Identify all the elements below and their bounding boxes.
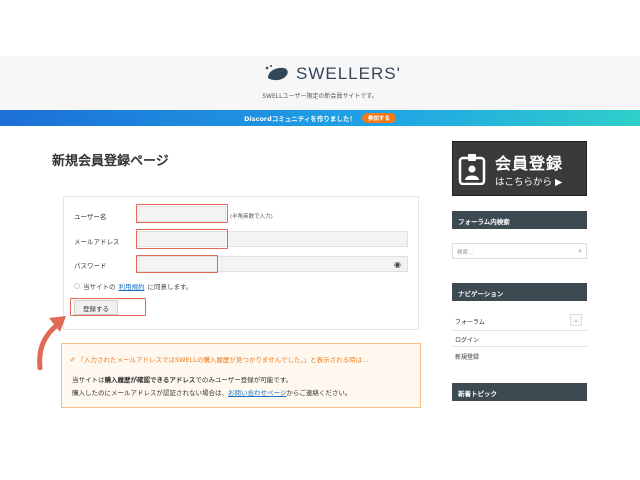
notice-title: ✐ 「入力されたメールアドレスではSWELLの購入履歴が見つかりませんでした。」…: [70, 354, 369, 364]
nav-item-login[interactable]: ログイン: [455, 335, 479, 344]
notice-line1-prefix: 当サイトは: [72, 376, 105, 384]
pencil-icon: ✐: [70, 356, 78, 364]
password-highlight: [136, 255, 218, 273]
nav-divider: [452, 346, 587, 347]
eye-icon[interactable]: ◉: [394, 260, 401, 269]
whale-logo-icon: [265, 65, 288, 81]
logo-text: SWELLERS': [296, 64, 401, 83]
agree-prefix: 当サイトの: [83, 283, 116, 291]
search-placeholder: 検索…: [457, 250, 474, 256]
nav-divider: [452, 330, 587, 331]
join-button[interactable]: 参加する: [361, 113, 396, 123]
nav-item-forum[interactable]: フォーラム: [455, 317, 485, 326]
terms-agree[interactable]: 当サイトの 利用規約 に同意します。: [74, 281, 192, 291]
notice-line-1: 当サイトは購入履歴が確認できるアドレスでのみユーザー登録が可能です。: [72, 374, 292, 384]
forum-search-input[interactable]: 検索… ⌕: [452, 243, 587, 259]
notice-line1-suffix: でのみユーザー登録が可能です。: [195, 376, 293, 384]
register-banner[interactable]: 会員登録 はこちらから ▶: [452, 141, 587, 196]
username-highlight: [136, 204, 228, 223]
notice-line-2: 購入したのにメールアドレスが認証されない場合は、お問い合わせページからご連絡くだ…: [72, 387, 351, 397]
register-banner-subtitle: はこちらから ▶: [495, 177, 563, 188]
site-logo[interactable]: SWELLERS': [264, 64, 401, 84]
discord-banner[interactable]: Discordコミュニティを作りました！ 参加する: [0, 110, 640, 126]
email-highlight: [136, 229, 228, 249]
email-label: メールアドレス: [74, 238, 120, 246]
agree-checkbox[interactable]: [74, 283, 80, 289]
agree-suffix: に同意します。: [147, 283, 193, 291]
new-topics-heading: 新着トピック: [452, 383, 587, 401]
site-tagline: SWELLユーザー限定の新会員サイトです。: [262, 93, 378, 100]
notice-line2-suffix: からご連絡ください。: [286, 389, 352, 397]
page-title: 新規会員登録ページ: [52, 154, 169, 169]
register-banner-title: 会員登録: [495, 154, 564, 173]
notice-line2-prefix: 購入したのにメールアドレスが認証されない場合は、: [72, 389, 228, 397]
banner-text: Discordコミュニティを作りました！: [244, 115, 356, 123]
submit-highlight: [70, 298, 146, 316]
notice-title-text: 「入力されたメールアドレスではSWELLの購入履歴が見つかりませんでした。」と表…: [77, 356, 369, 364]
password-label: パスワード: [74, 262, 107, 270]
forum-search-heading: フォーラム内検索: [452, 211, 587, 229]
id-badge-icon: [458, 154, 486, 185]
username-hint: (半角英数で入力): [230, 214, 273, 220]
search-icon[interactable]: ⌕: [578, 247, 582, 256]
notice-line1-bold: 購入履歴が確認できるアドレス: [104, 376, 196, 384]
username-label: ユーザー名: [74, 213, 107, 221]
contact-link[interactable]: お問い合わせページ: [228, 389, 286, 397]
terms-link[interactable]: 利用規約: [119, 281, 145, 291]
navigation-heading: ナビゲーション: [452, 283, 587, 301]
nav-item-register[interactable]: 新規登録: [455, 352, 479, 361]
chevron-down-icon[interactable]: ⌄: [570, 314, 582, 326]
